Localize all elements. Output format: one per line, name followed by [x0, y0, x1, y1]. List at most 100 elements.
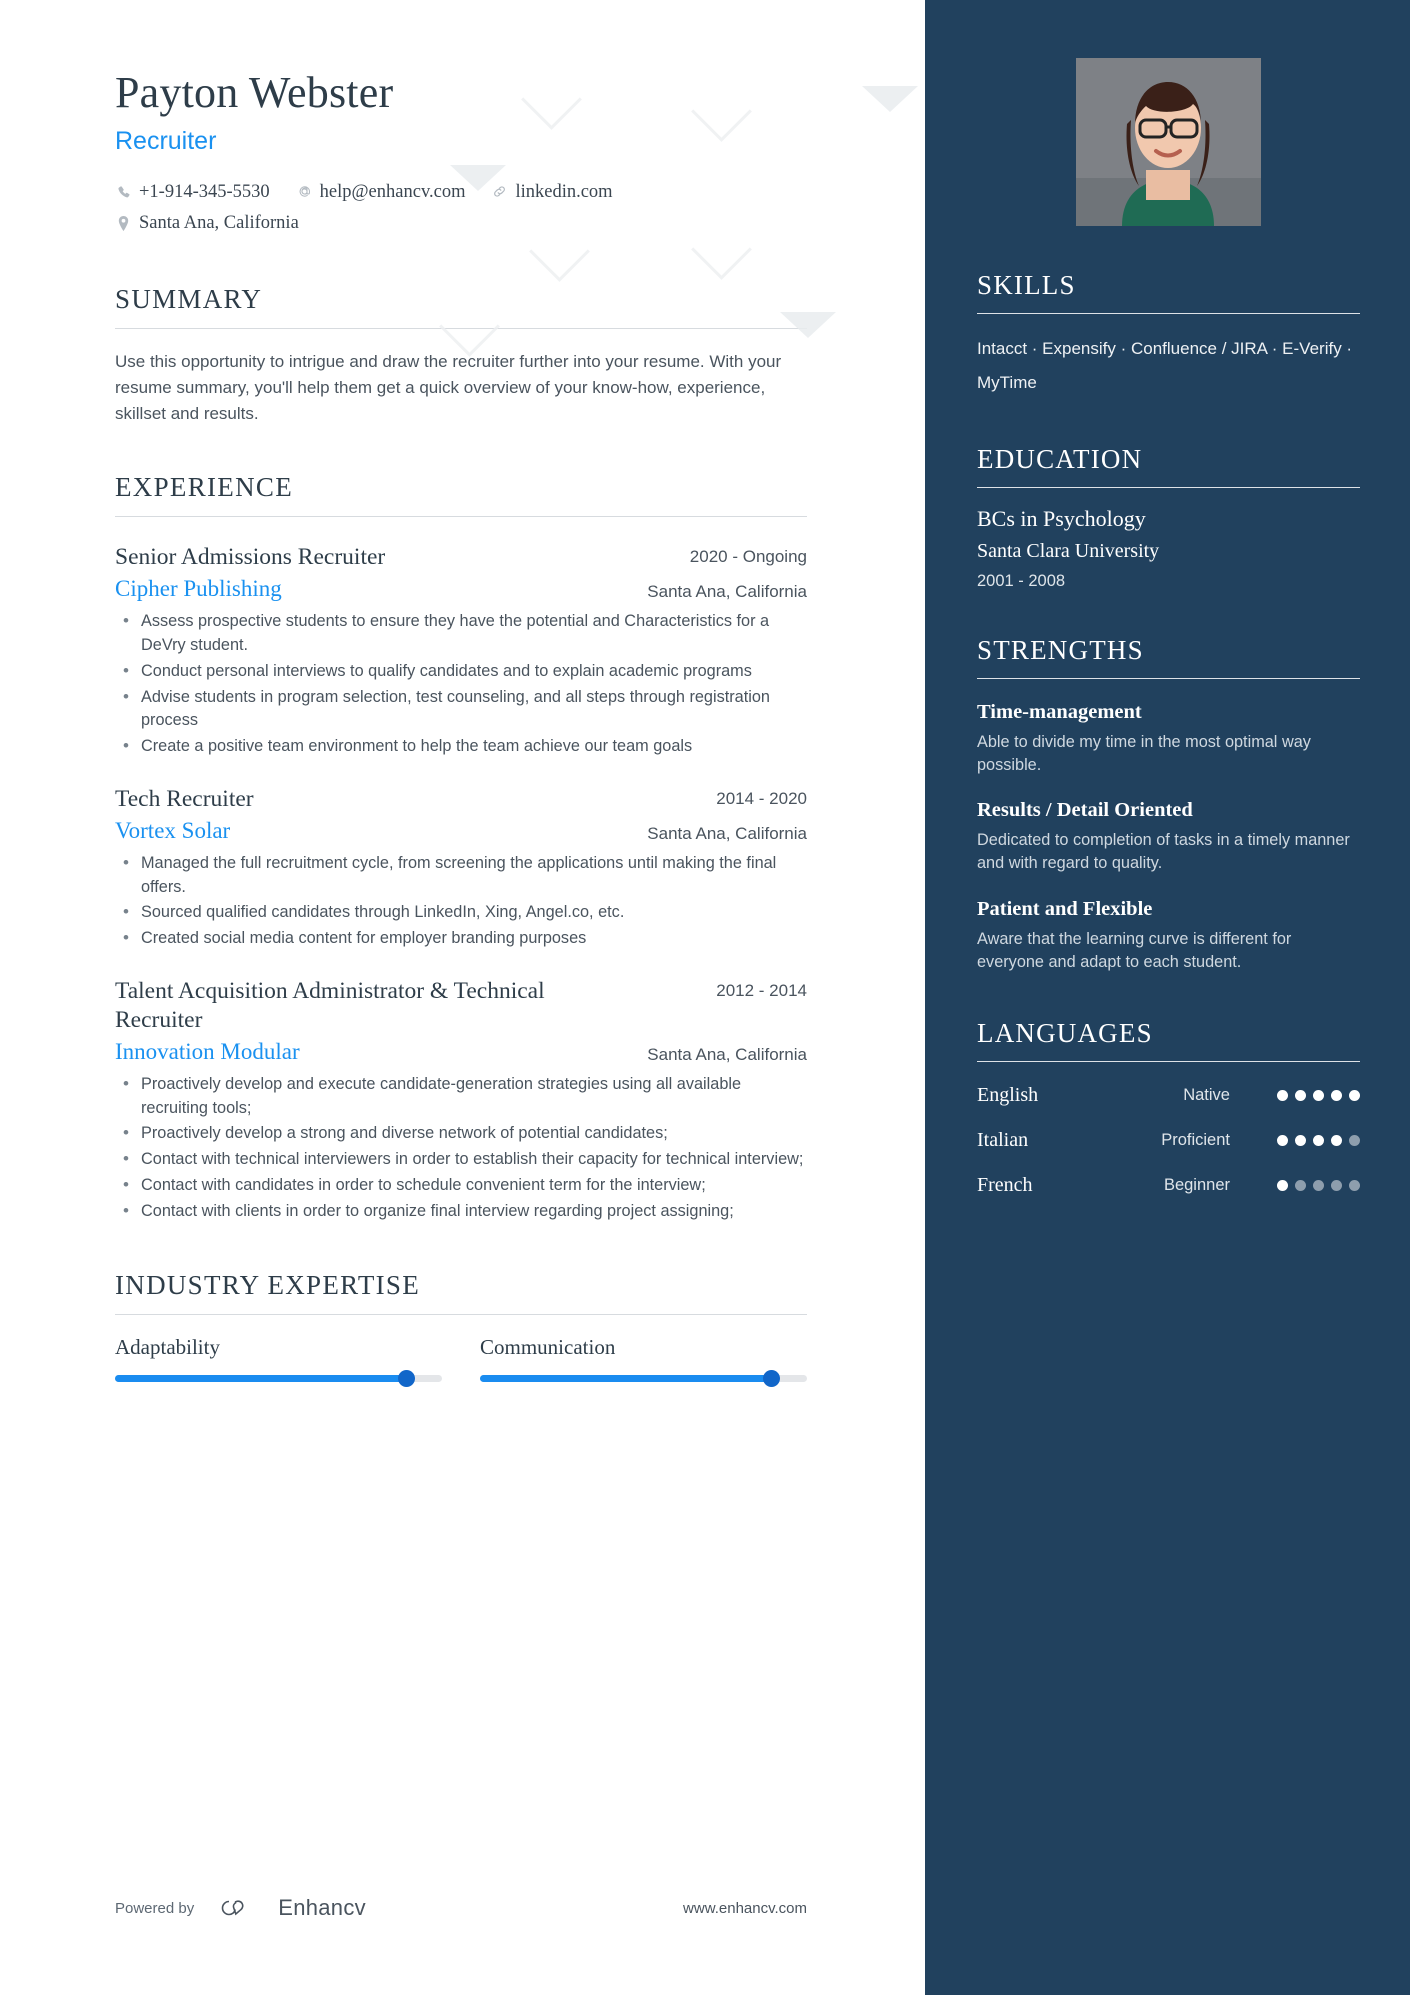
language-item: English Native: [977, 1084, 1360, 1107]
strength-description: Aware that the learning curve is differe…: [977, 929, 1292, 971]
job-location: Santa Ana, California: [647, 823, 807, 843]
contact-linkedin[interactable]: linkedin.com: [491, 178, 613, 207]
location-icon: [115, 215, 132, 232]
resume-main-column: Payton Webster Recruiter +1-914-345-5530: [0, 0, 925, 1995]
language-name: French: [977, 1173, 1033, 1196]
rating-dot: [1331, 1089, 1342, 1101]
contact-location-text: Santa Ana, California: [139, 213, 299, 234]
job-bullet-list: Assess prospective students to ensure th…: [115, 609, 807, 759]
rating-dot: [1331, 1134, 1342, 1146]
rating-dot: [1349, 1134, 1360, 1146]
decorative-chevron-icon: [700, 90, 756, 120]
slider-knob[interactable]: [397, 1369, 415, 1387]
divider: [115, 1313, 807, 1315]
experience-entry: Talent Acquisition Administrator & Techn…: [115, 977, 807, 1223]
expertise-slider[interactable]: [115, 1369, 442, 1387]
section-education: EDUCATION BCs in Psychology Santa Clara …: [977, 444, 1360, 591]
job-location: Santa Ana, California: [647, 582, 807, 602]
strength-description: Dedicated to completion of tasks in a ti…: [977, 831, 1350, 873]
list-item: Proactively develop and execute candidat…: [115, 1072, 807, 1121]
website-url[interactable]: www.enhancv.com: [683, 1900, 807, 1917]
list-item: Create a positive team environment to he…: [115, 734, 807, 759]
divider: [977, 678, 1360, 679]
rating-dot: [1331, 1179, 1342, 1191]
list-item: Advise students in program selection, te…: [115, 685, 807, 734]
contact-email[interactable]: help@enhancv.com: [296, 178, 466, 207]
brand-logo: Enhancv: [216, 1895, 366, 1921]
email-icon: [296, 183, 313, 200]
summary-text: Use this opportunity to intrigue and dra…: [115, 351, 782, 423]
strength-name: Patient and Flexible: [977, 897, 1153, 920]
list-item: Assess prospective students to ensure th…: [115, 609, 807, 658]
section-languages: LANGUAGES English Native Italian Profici…: [977, 1018, 1360, 1197]
divider: [977, 487, 1360, 488]
education-degree: BCs in Psychology: [977, 506, 1146, 531]
decorative-chevron-icon: [862, 86, 918, 112]
rating-dot: [1295, 1089, 1306, 1101]
job-role-subtitle: Recruiter: [115, 126, 217, 155]
resume-page: Payton Webster Recruiter +1-914-345-5530: [0, 0, 1410, 1995]
decorative-chevron-icon: [448, 305, 504, 335]
decorative-chevron-icon: [450, 165, 506, 191]
divider: [977, 1060, 1360, 1062]
list-item: Sourced qualified candidates through Lin…: [115, 900, 807, 925]
job-company[interactable]: Vortex Solar: [115, 818, 230, 844]
strength-item: Results / Detail Oriented Dedicated to c…: [977, 799, 1360, 875]
rating-dot: [1295, 1134, 1306, 1146]
slider-knob[interactable]: [762, 1369, 780, 1387]
strength-item: Patient and Flexible Aware that the lear…: [977, 898, 1360, 974]
contact-phone[interactable]: +1-914-345-5530: [115, 178, 270, 207]
contact-email-text: help@enhancv.com: [319, 181, 466, 202]
slider-fill: [115, 1374, 407, 1382]
job-date: 2020 - Ongoing: [689, 547, 807, 567]
rating-dot: [1295, 1179, 1306, 1191]
enhancv-logo-icon: [221, 1900, 244, 1916]
education-school: Santa Clara University: [977, 540, 1160, 562]
job-bullet-list: Managed the full recruitment cycle, from…: [115, 851, 807, 951]
education-date: 2001 - 2008: [977, 572, 1066, 590]
expertise-label: Communication: [480, 1334, 616, 1359]
language-name: Italian: [977, 1128, 1029, 1151]
contact-phone-text: +1-914-345-5530: [139, 181, 270, 202]
job-title: Senior Admissions Recruiter: [115, 544, 386, 571]
contact-location: Santa Ana, California: [115, 209, 299, 238]
avatar: [1076, 58, 1261, 226]
experience-entry: Tech Recruiter 2014 - 2020 Vortex Solar …: [115, 785, 807, 951]
language-rating: [1250, 1179, 1360, 1191]
rating-dot: [1277, 1179, 1288, 1191]
job-company[interactable]: Cipher Publishing: [115, 576, 282, 602]
language-item: French Beginner: [977, 1174, 1360, 1197]
rating-dot: [1349, 1089, 1360, 1101]
decorative-chevron-icon: [780, 312, 836, 338]
section-title-skills: SKILLS: [977, 270, 1076, 300]
job-location: Santa Ana, California: [647, 1044, 807, 1064]
job-title: Tech Recruiter: [115, 786, 254, 813]
expertise-slider[interactable]: [480, 1369, 807, 1387]
job-date: 2012 - 2014: [716, 981, 807, 1001]
job-company[interactable]: Innovation Modular: [115, 1039, 300, 1065]
decorative-chevron-icon: [538, 230, 594, 260]
section-title-languages: LANGUAGES: [977, 1017, 1153, 1048]
section-title-education: EDUCATION: [977, 444, 1143, 474]
rating-dot: [1313, 1089, 1324, 1101]
section-industry-expertise: INDUSTRY EXPERTISE Adaptability Communic…: [115, 1270, 807, 1387]
experience-entry: Senior Admissions Recruiter 2020 - Ongoi…: [115, 543, 807, 759]
job-title: Talent Acquisition Administrator & Techn…: [115, 978, 545, 1033]
contact-linkedin-text: linkedin.com: [515, 181, 613, 202]
rating-dot: [1277, 1089, 1288, 1101]
powered-by-label: Powered by: [115, 1899, 195, 1917]
list-item: Contact with candidates in order to sche…: [115, 1173, 807, 1198]
skills-list: Intacct · Expensify · Confluence / JIRA …: [977, 339, 1353, 392]
phone-icon: [115, 183, 132, 200]
decorative-chevron-icon: [700, 228, 756, 258]
rating-dot: [1313, 1134, 1324, 1146]
expertise-item: Adaptability: [115, 1334, 442, 1387]
rating-dot: [1313, 1179, 1324, 1191]
language-level: Proficient: [1161, 1130, 1230, 1149]
language-level: Beginner: [1163, 1175, 1230, 1194]
expertise-item: Communication: [480, 1334, 807, 1387]
list-item: Managed the full recruitment cycle, from…: [115, 851, 807, 900]
list-item: Contact with clients in order to organiz…: [115, 1199, 807, 1224]
expertise-label: Adaptability: [115, 1334, 220, 1359]
strength-name: Time-management: [977, 701, 1142, 723]
